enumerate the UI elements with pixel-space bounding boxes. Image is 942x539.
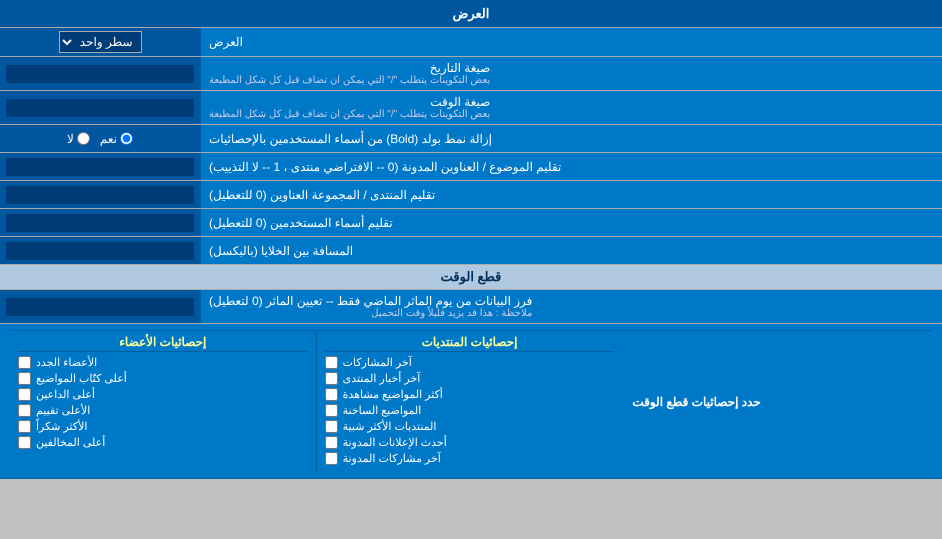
cb-last-blog-posts[interactable]: آخر مشاركات المدونة <box>325 452 615 465</box>
date-format-field[interactable]: d-m <box>6 65 194 83</box>
cb-last-posts[interactable]: آخر المشاركات <box>325 356 615 369</box>
row-display-mode: العرض سطر واحد عدة أسطر <box>0 28 942 57</box>
row-msg-spacing: المسافة بين الخلايا (بالبكسل) 2 <box>0 237 942 265</box>
cb-hot-topics-check[interactable] <box>325 404 338 417</box>
forum-titles-input-container[interactable]: 33 <box>0 181 200 208</box>
radio-yes[interactable] <box>120 132 133 145</box>
cb-last-posts-check[interactable] <box>325 356 338 369</box>
cb-most-thanked-check[interactable] <box>18 420 31 433</box>
usernames-trim-input-container[interactable]: 0 <box>0 209 200 236</box>
cb-most-viewed-check[interactable] <box>325 388 338 401</box>
topic-titles-field[interactable]: 33 <box>6 158 194 176</box>
cb-most-viewed[interactable]: أكثر المواضيع مشاهدة <box>325 388 615 401</box>
row-usernames-trim: تقليم أسماء المستخدمين (0 للتعطيل) 0 <box>0 209 942 237</box>
cb-top-topic-writers[interactable]: أعلى كتّاب المواضيع <box>18 372 308 385</box>
stats-right-label: حدد إحصائيات قطع الوقت <box>622 331 932 472</box>
cb-top-topic-writers-check[interactable] <box>18 372 31 385</box>
main-container: العرض العرض سطر واحد عدة أسطر صيغة التار… <box>0 0 942 479</box>
usernames-trim-label: تقليم أسماء المستخدمين (0 للتعطيل) <box>200 209 942 236</box>
usernames-trim-field[interactable]: 0 <box>6 214 194 232</box>
cuttime-input-container[interactable]: 0 <box>0 290 200 323</box>
radio-yes-label[interactable]: نعم <box>100 132 133 146</box>
display-mode-label: العرض <box>200 28 942 56</box>
cuttime-section-header: قطع الوقت <box>0 265 942 290</box>
stats-col-members: إحصائيات الأعضاء الأعضاء الجدد أعلى كتّا… <box>10 331 316 472</box>
topic-titles-label: تقليم الموضوع / العناوين المدونة (0 -- ا… <box>200 153 942 180</box>
cb-latest-announcements[interactable]: أحدث الإعلانات المدونة <box>325 436 615 449</box>
cuttime-label: فرز البيانات من يوم الماثر الماضي فقط --… <box>200 290 942 323</box>
cuttime-field[interactable]: 0 <box>6 298 194 316</box>
cb-last-blog-posts-check[interactable] <box>325 452 338 465</box>
row-forum-titles: تقليم المنتدى / المجموعة العناوين (0 للت… <box>0 181 942 209</box>
display-mode-select[interactable]: سطر واحد عدة أسطر <box>59 31 142 53</box>
stats-grid: حدد إحصائيات قطع الوقت إحصائيات المنتديا… <box>10 330 932 472</box>
row-date-format: صيغة التاريخ بعض التكوينات يتطلب "/" الت… <box>0 57 942 91</box>
time-format-field[interactable]: H:i <box>6 99 194 117</box>
display-mode-input[interactable]: سطر واحد عدة أسطر <box>0 28 200 56</box>
forum-titles-field[interactable]: 33 <box>6 186 194 204</box>
cb-forum-news-check[interactable] <box>325 372 338 385</box>
cb-new-members-check[interactable] <box>18 356 31 369</box>
stats-col-forums: إحصائيات المنتديات آخر المشاركات آخر أخب… <box>316 331 623 472</box>
bold-remove-label: إزالة نمط بولد (Bold) من أسماء المستخدمي… <box>200 125 942 152</box>
cb-top-inviters[interactable]: أعلى الداعين <box>18 388 308 401</box>
time-format-input-container[interactable]: H:i <box>0 91 200 124</box>
page-title: العرض <box>0 0 942 27</box>
forum-titles-label: تقليم المنتدى / المجموعة العناوين (0 للت… <box>200 181 942 208</box>
cb-top-violators-check[interactable] <box>18 436 31 449</box>
msg-spacing-input-container[interactable]: 2 <box>0 237 200 264</box>
msg-spacing-label: المسافة بين الخلايا (بالبكسل) <box>200 237 942 264</box>
time-format-label: صيغة الوقت بعض التكوينات يتطلب "/" التي … <box>200 91 942 124</box>
row-cuttime: فرز البيانات من يوم الماثر الماضي فقط --… <box>0 290 942 324</box>
title-row: العرض <box>0 0 942 28</box>
radio-no[interactable] <box>77 132 90 145</box>
row-topic-titles: تقليم الموضوع / العناوين المدونة (0 -- ا… <box>0 153 942 181</box>
date-format-input-container[interactable]: d-m <box>0 57 200 90</box>
topic-titles-input-container[interactable]: 33 <box>0 153 200 180</box>
cb-top-rated[interactable]: الأعلى تقييم <box>18 404 308 417</box>
cb-top-rated-check[interactable] <box>18 404 31 417</box>
bold-remove-input[interactable]: نعم لا <box>0 125 200 152</box>
stats-section: حدد إحصائيات قطع الوقت إحصائيات المنتديا… <box>0 324 942 479</box>
bold-remove-radio-group: نعم لا <box>67 132 133 146</box>
cb-forum-news[interactable]: آخر أخبار المنتدى <box>325 372 615 385</box>
cb-most-similar[interactable]: المنتديات الأكثر شبية <box>325 420 615 433</box>
cb-top-violators[interactable]: أعلى المخالفين <box>18 436 308 449</box>
cb-most-thanked[interactable]: الأكثر شكراً <box>18 420 308 433</box>
row-bold-remove: إزالة نمط بولد (Bold) من أسماء المستخدمي… <box>0 125 942 153</box>
row-time-format: صيغة الوقت بعض التكوينات يتطلب "/" التي … <box>0 91 942 125</box>
cb-most-similar-check[interactable] <box>325 420 338 433</box>
stats-col2-header: إحصائيات الأعضاء <box>18 335 308 352</box>
date-format-label: صيغة التاريخ بعض التكوينات يتطلب "/" الت… <box>200 57 942 90</box>
cb-latest-announcements-check[interactable] <box>325 436 338 449</box>
stats-col1-header: إحصائيات المنتديات <box>325 335 615 352</box>
cb-new-members[interactable]: الأعضاء الجدد <box>18 356 308 369</box>
radio-no-label[interactable]: لا <box>67 132 90 146</box>
cb-top-inviters-check[interactable] <box>18 388 31 401</box>
cb-hot-topics[interactable]: المواضيع الساخنة <box>325 404 615 417</box>
msg-spacing-field[interactable]: 2 <box>6 242 194 260</box>
